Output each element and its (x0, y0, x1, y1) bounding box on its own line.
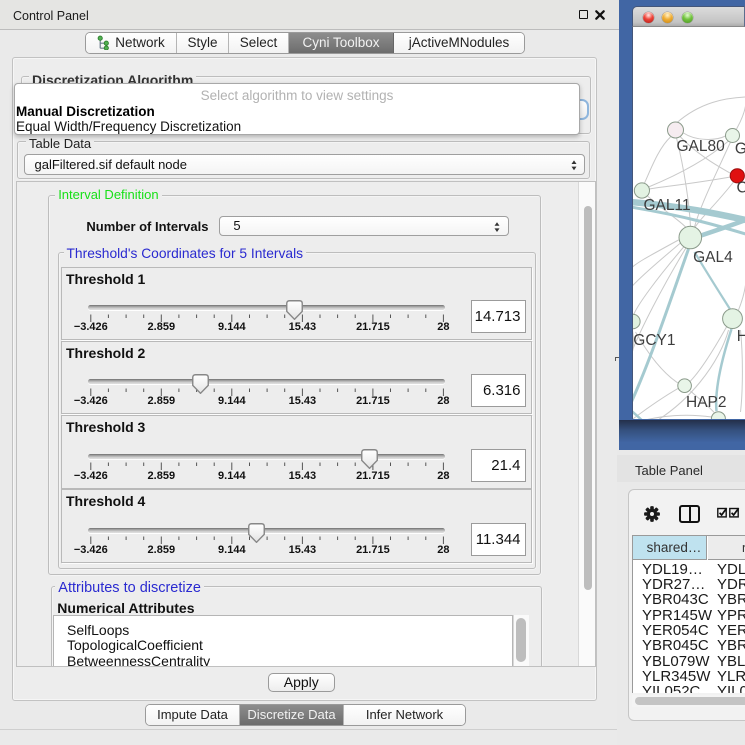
svg-text:GCY1: GCY1 (633, 332, 675, 349)
svg-text:H: H (736, 328, 745, 345)
svg-text:HAP2: HAP2 (686, 394, 727, 411)
svg-text:GAL11: GAL11 (643, 197, 690, 214)
svg-text:GAL4: GAL4 (693, 249, 733, 266)
svg-text:GA: GA (734, 141, 745, 158)
svg-text:GAL80: GAL80 (676, 138, 725, 155)
svg-text:C: C (736, 180, 745, 197)
